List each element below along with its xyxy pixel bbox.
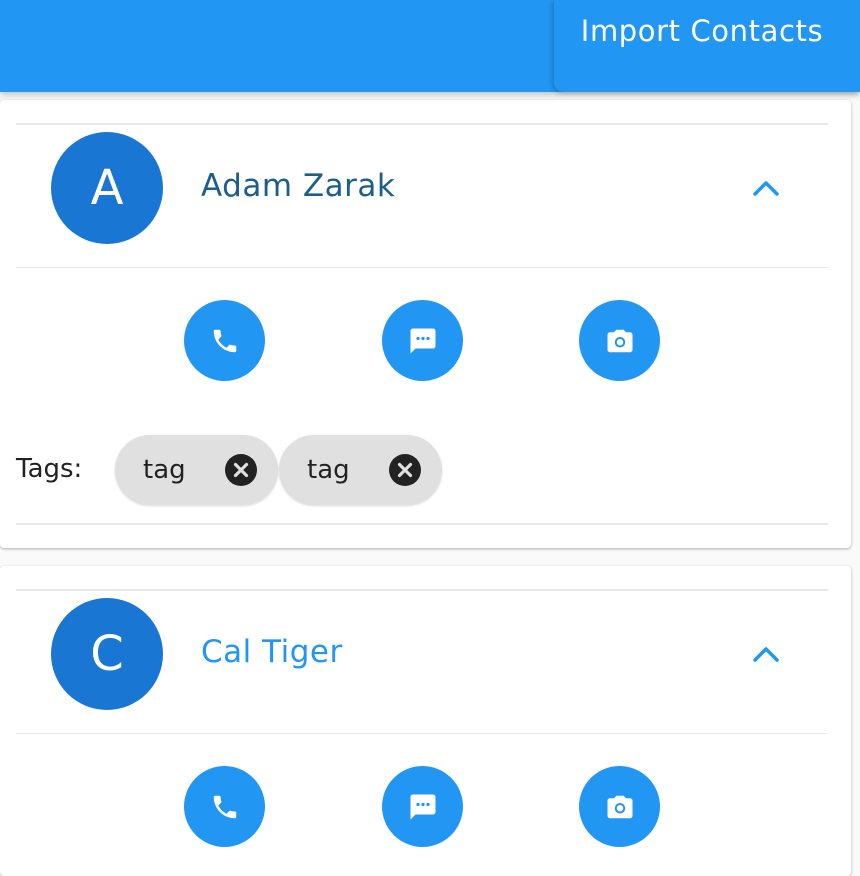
divider xyxy=(16,123,828,125)
contact-card: C Cal Tiger xyxy=(0,566,851,876)
contact-name[interactable]: Adam Zarak xyxy=(201,168,395,204)
tag-label: tag xyxy=(143,455,186,485)
camera-icon xyxy=(607,329,632,352)
phone-icon xyxy=(213,329,236,352)
camera-icon xyxy=(607,795,632,818)
message-icon xyxy=(410,794,435,819)
tags-label: Tags: xyxy=(16,454,83,484)
avatar: A xyxy=(51,132,163,244)
message-button[interactable] xyxy=(382,766,463,847)
contact-name[interactable]: Cal Tiger xyxy=(201,634,343,670)
divider xyxy=(16,589,828,591)
chevron-up-icon[interactable] xyxy=(747,641,785,667)
message-icon xyxy=(410,328,435,353)
tag-chip[interactable]: tag xyxy=(279,435,442,505)
tag-chip[interactable]: tag xyxy=(115,435,278,505)
remove-tag-icon[interactable] xyxy=(225,454,257,486)
chevron-up-icon[interactable] xyxy=(747,175,785,201)
phone-icon xyxy=(213,795,236,818)
avatar: C xyxy=(51,598,163,710)
divider xyxy=(16,267,828,268)
app-bar: Import Contacts xyxy=(0,0,860,92)
divider xyxy=(16,733,828,734)
import-contacts-button[interactable]: Import Contacts xyxy=(554,0,860,92)
camera-button[interactable] xyxy=(579,300,660,381)
camera-button[interactable] xyxy=(579,766,660,847)
call-button[interactable] xyxy=(184,300,265,381)
call-button[interactable] xyxy=(184,766,265,847)
remove-tag-icon[interactable] xyxy=(389,454,421,486)
divider xyxy=(16,523,828,525)
tag-label: tag xyxy=(307,455,350,485)
message-button[interactable] xyxy=(382,300,463,381)
contact-card: A Adam Zarak Tags: tag tag xyxy=(0,100,851,548)
